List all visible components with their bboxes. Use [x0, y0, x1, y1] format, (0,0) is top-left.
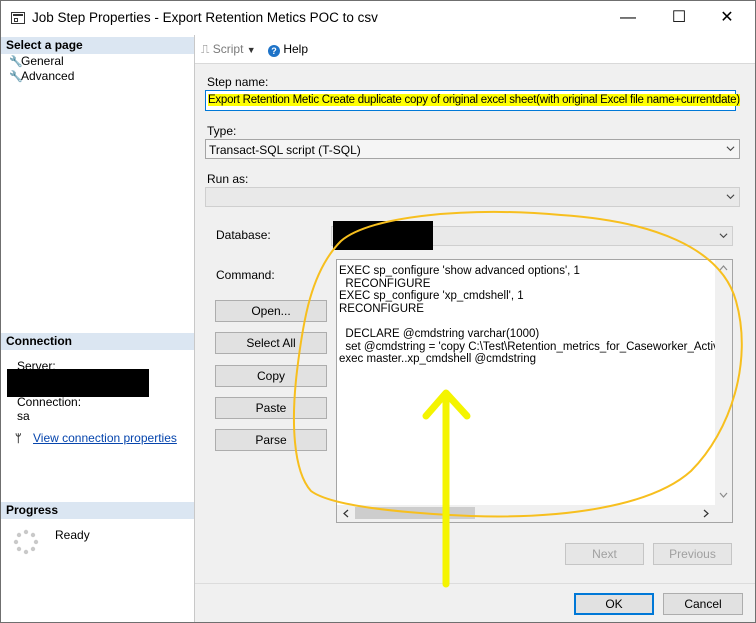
horizontal-scroll-thumb[interactable] [355, 507, 475, 519]
chevron-down-icon: ▼ [246, 45, 256, 55]
dialog-footer: OK Cancel [195, 583, 755, 622]
wrench-icon: 🔧 [9, 56, 23, 68]
toolbar: ⎍ Script ▼ ? Help [195, 35, 755, 64]
help-button[interactable]: ? Help [268, 42, 308, 57]
script-button[interactable]: ⎍ Script ▼ [201, 42, 256, 57]
cancel-button[interactable]: Cancel [663, 593, 743, 615]
command-line: DECLARE @cmdstring varchar(1000) [339, 328, 540, 340]
previous-button[interactable]: Previous [653, 543, 732, 565]
type-value: Transact-SQL script (T-SQL) [209, 143, 361, 157]
command-textarea[interactable]: EXEC sp_configure 'show advanced options… [336, 259, 733, 523]
connection-header: Connection [1, 333, 194, 350]
command-line: RECONFIGURE [339, 302, 424, 315]
command-line: EXEC sp_configure 'xp_cmdshell', 1 [339, 290, 524, 303]
step-name-value: Export Retention Metic Create duplicate … [208, 94, 740, 106]
chevron-down-icon [726, 194, 735, 200]
copy-button[interactable]: Copy [215, 365, 327, 387]
next-button[interactable]: Next [565, 543, 644, 565]
step-name-highlight: Export Retention Metic Create duplicate … [208, 94, 740, 106]
run-as-label: Run as: [207, 172, 249, 186]
window-title: Job Step Properties - Export Retention M… [32, 10, 378, 25]
run-as-select[interactable] [205, 187, 740, 207]
redacted-server-name [7, 369, 149, 397]
step-name-input[interactable]: Export Retention Metic Create duplicate … [205, 90, 740, 111]
progress-header: Progress [1, 502, 194, 519]
paste-button[interactable]: Paste [215, 397, 327, 419]
open-button[interactable]: Open... [215, 300, 327, 322]
type-label: Type: [207, 124, 237, 138]
command-line: EXEC sp_configure 'show advanced options… [339, 265, 580, 277]
help-icon: ? [268, 45, 280, 57]
scroll-down-icon[interactable] [719, 492, 728, 499]
select-page-header: Select a page [1, 37, 194, 54]
connection-properties-row[interactable]: ᛘ View connection properties [15, 431, 177, 445]
scroll-up-icon[interactable] [719, 264, 728, 271]
select-all-button[interactable]: Select All [215, 332, 327, 354]
maximize-button[interactable]: ☐ [656, 1, 702, 35]
scroll-right-icon[interactable] [703, 509, 710, 518]
page-item-advanced[interactable]: 🔧Advanced [9, 69, 74, 83]
minimize-button[interactable]: — [605, 1, 651, 35]
command-line: set @cmdstring = 'copy C:\Test\Retention… [339, 340, 733, 353]
job-step-properties-window: Job Step Properties - Export Retention M… [0, 0, 756, 623]
progress-status: Ready [55, 528, 90, 542]
script-icon: ⎍ [201, 42, 210, 56]
title-bar: Job Step Properties - Export Retention M… [1, 1, 755, 35]
connection-value: sa [17, 409, 30, 423]
command-line: RECONFIGURE [339, 277, 431, 290]
wrench-icon: 🔧 [9, 71, 23, 83]
chevron-down-icon [719, 233, 728, 239]
horizontal-scrollbar[interactable] [337, 505, 732, 522]
help-label: Help [283, 42, 309, 56]
parse-button[interactable]: Parse [215, 429, 327, 451]
page-item-general[interactable]: 🔧General [9, 54, 64, 68]
window-icon [11, 12, 25, 24]
page-item-advanced-label: Advanced [21, 69, 75, 83]
page-item-general-label: General [21, 54, 64, 68]
database-label: Database: [216, 228, 271, 242]
view-connection-properties-link[interactable]: View connection properties [33, 431, 177, 445]
left-pane: Select a page 🔧General 🔧Advanced Connect… [1, 35, 195, 622]
redacted-database-name [333, 221, 433, 250]
step-name-label: Step name: [207, 75, 269, 89]
right-pane: ⎍ Script ▼ ? Help Step name: Export Rete… [195, 35, 755, 622]
close-button[interactable]: ✕ [704, 1, 750, 35]
chevron-down-icon [726, 146, 735, 152]
script-label: Script [212, 42, 244, 56]
type-select[interactable]: Transact-SQL script (T-SQL) [205, 139, 740, 159]
command-label: Command: [216, 268, 275, 282]
progress-spinner-icon [13, 529, 39, 555]
vertical-scrollbar[interactable] [715, 260, 732, 505]
command-line: exec master..xp_cmdshell @cmdstring [339, 353, 537, 366]
connection-label: Connection: [17, 395, 82, 409]
scroll-left-icon[interactable] [342, 509, 349, 518]
ok-button[interactable]: OK [574, 593, 654, 615]
plug-icon: ᛘ [15, 433, 22, 445]
